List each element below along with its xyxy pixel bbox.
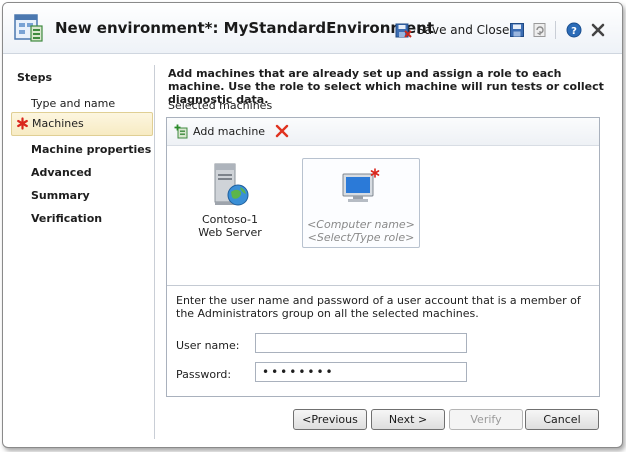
steps-divider xyxy=(154,65,155,439)
window-title: New environment*: MyStandardEnvironment xyxy=(55,19,435,37)
username-input[interactable] xyxy=(255,333,467,353)
add-machine-icon xyxy=(174,124,188,139)
steps-panel: Steps Type and name Machines Machine pro… xyxy=(3,54,153,447)
close-icon[interactable] xyxy=(590,22,606,38)
machine-tile-contoso[interactable]: Contoso-1 Web Server xyxy=(185,162,275,239)
refresh-icon[interactable] xyxy=(532,22,548,38)
computer-icon xyxy=(342,168,380,202)
help-icon[interactable]: ? xyxy=(566,22,582,38)
step-advanced[interactable]: Advanced xyxy=(31,166,92,179)
credentials-instruction: Enter the user name and password of a us… xyxy=(176,294,581,320)
cancel-button[interactable]: Cancel xyxy=(525,409,599,430)
add-machine-label: Add machine xyxy=(193,125,266,138)
steps-title: Steps xyxy=(17,71,53,84)
role-placeholder[interactable]: <Select/Type role> xyxy=(303,231,419,244)
save-icon[interactable] xyxy=(509,22,525,38)
machine-tile-new[interactable]: <Computer name> <Select/Type role> xyxy=(302,158,420,248)
server-icon xyxy=(214,163,249,206)
machine-role: Web Server xyxy=(198,226,262,239)
machine-name: Contoso-1 xyxy=(201,213,259,226)
step-machines-label: Machines xyxy=(32,117,84,130)
step-summary[interactable]: Summary xyxy=(31,189,90,202)
remove-machine-icon[interactable] xyxy=(275,124,289,138)
username-label: User name: xyxy=(176,339,240,352)
password-label: Password: xyxy=(176,368,232,381)
title-bar: New environment*: MyStandardEnvironment … xyxy=(3,3,622,54)
svg-text:?: ? xyxy=(571,26,577,37)
selected-machines-panel: Add machine Contoso-1 Web Server <Comput… xyxy=(166,117,600,397)
next-button[interactable]: Next > xyxy=(371,409,445,430)
panel-separator xyxy=(167,285,599,286)
save-and-close-icon xyxy=(395,23,412,38)
save-and-close-button[interactable]: Save and Close xyxy=(395,20,509,40)
step-verification[interactable]: Verification xyxy=(31,212,102,225)
add-machine-button[interactable]: Add machine xyxy=(174,124,265,139)
verify-button[interactable]: Verify xyxy=(449,409,523,430)
toolbar-separator xyxy=(555,21,556,39)
machines-toolbar: Add machine xyxy=(167,118,599,146)
save-and-close-label: Save and Close xyxy=(417,23,510,37)
previous-button[interactable]: <Previous xyxy=(293,409,367,430)
environment-window: New environment*: MyStandardEnvironment … xyxy=(2,2,623,448)
step-type-and-name[interactable]: Type and name xyxy=(31,97,115,110)
environment-app-icon xyxy=(14,14,43,42)
required-asterisk-icon xyxy=(17,117,28,130)
password-input[interactable]: •••••••• xyxy=(255,362,467,382)
step-machine-properties[interactable]: Machine properties xyxy=(31,143,151,156)
step-machines[interactable]: Machines xyxy=(11,112,153,136)
selected-machines-label: Selected machines xyxy=(168,99,273,112)
computer-name-placeholder[interactable]: <Computer name> xyxy=(303,218,419,231)
